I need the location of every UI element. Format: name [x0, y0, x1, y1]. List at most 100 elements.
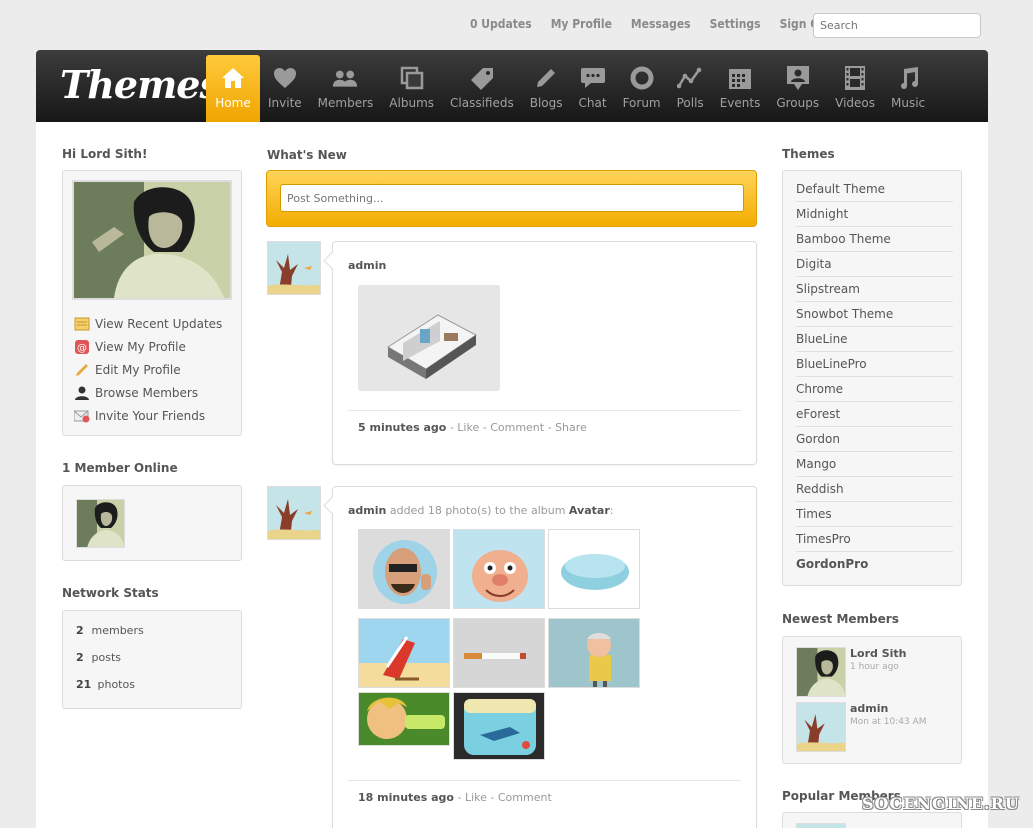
like-link[interactable]: Like — [457, 421, 479, 434]
updates-icon — [74, 317, 90, 331]
album-photo[interactable] — [548, 618, 640, 688]
tag-icon — [469, 65, 495, 91]
theme-item[interactable]: TimesPro — [796, 527, 953, 552]
album-photo[interactable] — [453, 692, 545, 760]
post-author-avatar[interactable] — [267, 486, 321, 540]
theme-item[interactable]: Mango — [796, 452, 953, 477]
album-photo[interactable] — [453, 618, 545, 688]
film-icon — [842, 65, 868, 91]
edit-my-profile-link[interactable]: Edit My Profile — [74, 363, 181, 377]
album-photo[interactable] — [453, 529, 545, 609]
stats-box: 2 members 2 posts 21 photos — [62, 610, 242, 709]
post-image[interactable] — [358, 285, 500, 391]
popular-members-box — [782, 812, 962, 828]
post-input[interactable] — [280, 184, 744, 212]
newest-member[interactable]: admin Mon at 10:43 AM — [796, 702, 926, 752]
post-time[interactable]: 18 minutes ago — [358, 791, 454, 804]
nav-home[interactable]: Home — [206, 55, 260, 122]
site-logo[interactable]: Themes — [60, 62, 221, 107]
post-meta: 5 minutes ago - Like - Comment - Share — [358, 421, 587, 434]
member-icon — [75, 386, 89, 400]
like-link[interactable]: Like — [465, 791, 487, 804]
polls-icon — [677, 65, 703, 91]
messages-link[interactable]: Messages — [631, 17, 691, 35]
theme-item[interactable]: Times — [796, 502, 953, 527]
chat-icon — [580, 65, 606, 91]
envelope-icon — [74, 410, 90, 423]
home-icon — [220, 65, 246, 91]
nav-polls[interactable]: Polls — [669, 55, 712, 122]
member-avatar[interactable] — [796, 823, 846, 828]
nav-events[interactable]: Events — [712, 55, 769, 122]
top-links: 0 Updates My Profile Messages Settings S… — [470, 17, 832, 35]
profile-box: View Recent Updates @ View My Profile Ed… — [62, 170, 242, 436]
main-nav: Home Invite Members Albums Classifieds B… — [206, 55, 933, 122]
theme-item[interactable]: eForest — [796, 402, 953, 427]
view-my-profile-link[interactable]: @ View My Profile — [74, 340, 186, 354]
newest-members-box: Lord Sith 1 hour ago admin Mon at 10:43 … — [782, 636, 962, 764]
member-avatar[interactable] — [796, 702, 846, 752]
theme-item[interactable]: Snowbot Theme — [796, 302, 953, 327]
share-link[interactable]: Share — [555, 421, 587, 434]
theme-item-active[interactable]: GordonPro — [796, 552, 953, 577]
theme-item[interactable]: Slipstream — [796, 277, 953, 302]
album-photo[interactable] — [358, 529, 450, 609]
theme-item[interactable]: Midnight — [796, 202, 953, 227]
whats-new-title: What's New — [267, 148, 347, 162]
post-card-2: admin added 18 photo(s) to the album Ava… — [332, 486, 757, 828]
theme-item[interactable]: BlueLinePro — [796, 352, 953, 377]
updates-link[interactable]: 0 Updates — [470, 17, 532, 35]
browse-members-link[interactable]: Browse Members — [74, 386, 198, 400]
invite-friends-link[interactable]: Invite Your Friends — [74, 409, 205, 423]
nav-groups[interactable]: Groups — [768, 55, 827, 122]
music-icon — [895, 65, 921, 91]
online-box — [62, 485, 242, 561]
nav-forum[interactable]: Forum — [615, 55, 669, 122]
post-author[interactable]: admin — [348, 259, 386, 272]
member-avatar[interactable] — [796, 647, 846, 697]
member-name[interactable]: Lord Sith — [850, 647, 906, 660]
theme-item[interactable]: Bamboo Theme — [796, 227, 953, 252]
theme-item[interactable]: Gordon — [796, 427, 953, 452]
nav-albums[interactable]: Albums — [381, 55, 442, 122]
nav-chat[interactable]: Chat — [571, 55, 615, 122]
nav-videos[interactable]: Videos — [827, 55, 883, 122]
newest-member[interactable]: Lord Sith 1 hour ago — [796, 647, 906, 697]
member-joined: 1 hour ago — [850, 662, 899, 672]
album-photo[interactable] — [358, 618, 450, 688]
groups-icon — [785, 65, 811, 91]
theme-item[interactable]: Reddish — [796, 477, 953, 502]
member-joined: Mon at 10:43 AM — [850, 717, 927, 727]
at-icon: @ — [75, 340, 89, 354]
theme-item[interactable]: Chrome — [796, 377, 953, 402]
post-meta: 18 minutes ago - Like - Comment — [358, 791, 552, 804]
search-input[interactable] — [813, 13, 981, 38]
settings-link[interactable]: Settings — [710, 17, 761, 35]
theme-item[interactable]: Digita — [796, 252, 953, 277]
nav-members[interactable]: Members — [310, 55, 382, 122]
theme-item[interactable]: Default Theme — [796, 177, 953, 202]
themes-title: Themes — [782, 147, 835, 161]
post-time[interactable]: 5 minutes ago — [358, 421, 446, 434]
nav-blogs[interactable]: Blogs — [522, 55, 571, 122]
nav-classifieds[interactable]: Classifieds — [442, 55, 522, 122]
theme-item[interactable]: BlueLine — [796, 327, 953, 352]
nav-music[interactable]: Music — [883, 55, 933, 122]
album-link[interactable]: Avatar — [569, 504, 610, 517]
comment-link[interactable]: Comment — [498, 791, 552, 804]
nav-invite[interactable]: Invite — [260, 55, 310, 122]
stats-title: Network Stats — [62, 586, 159, 600]
comment-link[interactable]: Comment — [490, 421, 544, 434]
online-member-avatar[interactable] — [76, 499, 125, 548]
member-name[interactable]: admin — [850, 702, 926, 715]
post-author[interactable]: admin — [348, 504, 386, 517]
my-profile-link[interactable]: My Profile — [551, 17, 612, 35]
stat-members: 2 members — [76, 624, 144, 637]
album-photo[interactable] — [358, 692, 450, 746]
post-author-avatar[interactable] — [267, 241, 321, 295]
pencil-icon — [76, 364, 88, 376]
main-panel: Hi Lord Sith! View Recent Updates @ View… — [36, 122, 988, 828]
profile-photo[interactable] — [72, 180, 232, 300]
album-photo[interactable] — [548, 529, 640, 609]
view-recent-updates-link[interactable]: View Recent Updates — [74, 317, 222, 331]
